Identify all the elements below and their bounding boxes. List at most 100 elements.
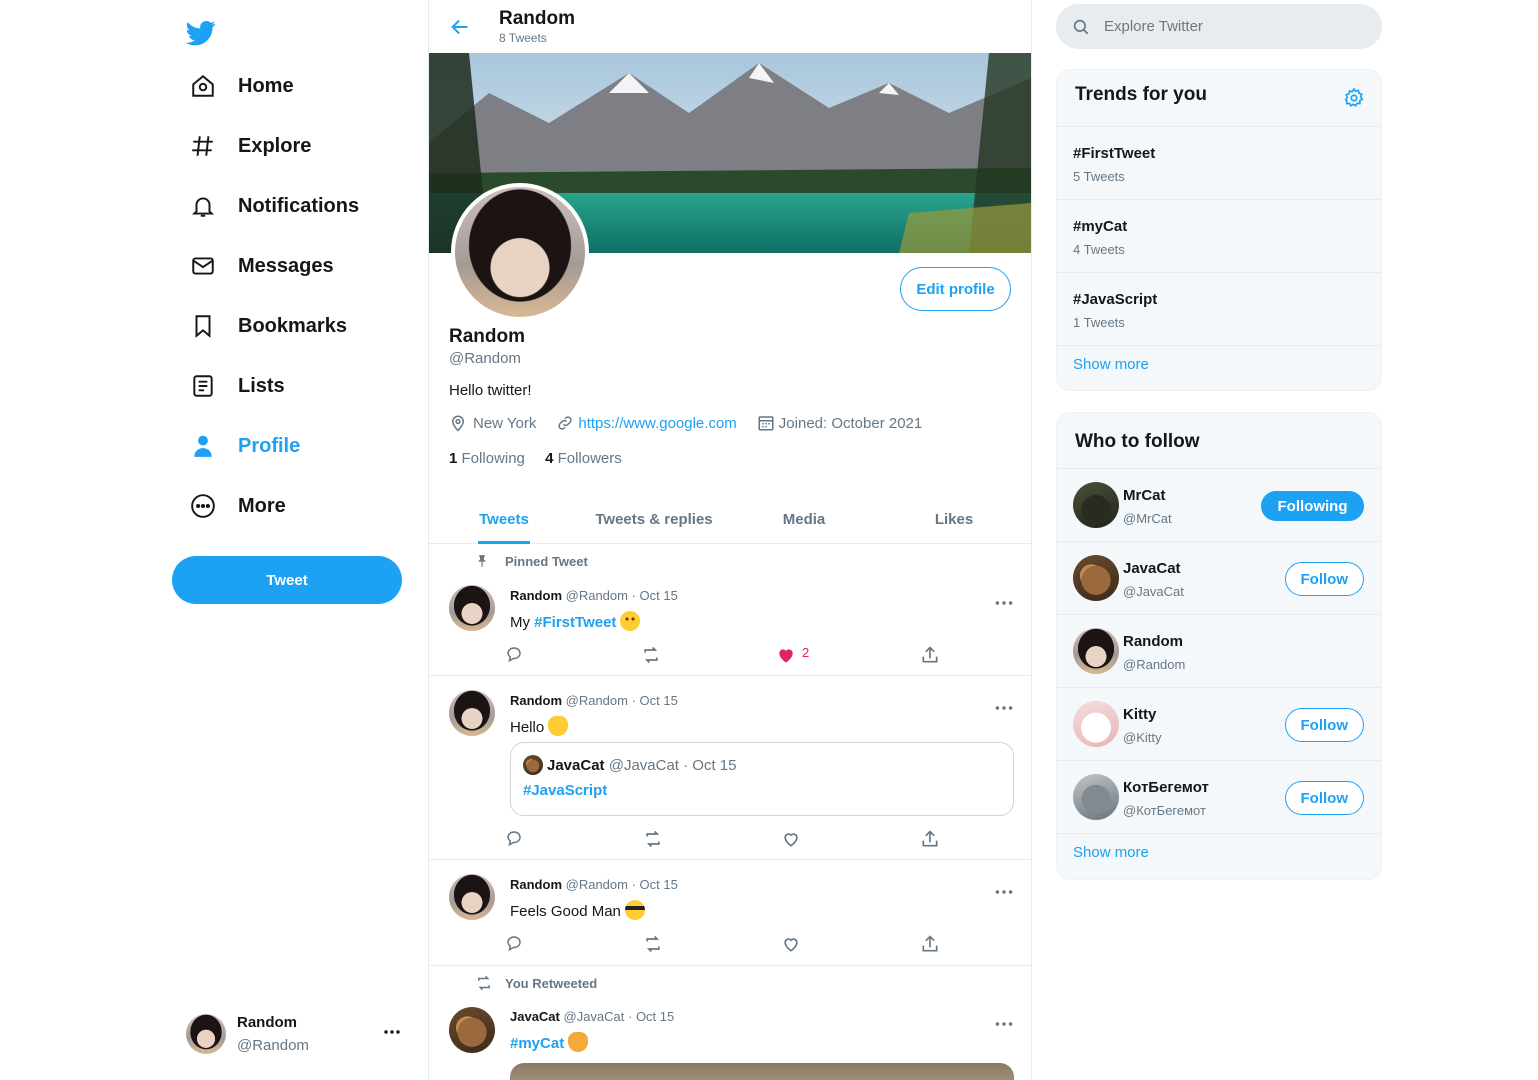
tab-tweets-replies[interactable]: Tweets & replies xyxy=(579,494,729,544)
tweet-button[interactable]: Tweet xyxy=(172,556,402,604)
hashtag-link[interactable]: #JavaScript xyxy=(523,782,607,799)
nav-profile[interactable]: Profile xyxy=(188,424,300,468)
nav-notifications[interactable]: Notifications xyxy=(188,184,359,228)
kissing-cat-icon xyxy=(568,1032,589,1052)
search-bar[interactable] xyxy=(1056,4,1382,49)
nav-lists[interactable]: Lists xyxy=(188,364,285,408)
calendar-icon xyxy=(757,414,775,432)
page-title: Random xyxy=(499,8,575,29)
waving-hand-icon xyxy=(548,716,569,736)
twitter-logo-icon[interactable] xyxy=(186,18,216,48)
trends-show-more[interactable]: Show more xyxy=(1073,356,1149,373)
reply-icon[interactable] xyxy=(505,934,525,954)
suggestion-name: КотБегемот xyxy=(1123,779,1209,796)
follow-suggestion[interactable]: Kitty @Kitty Follow xyxy=(1057,687,1381,760)
quoted-tweet[interactable]: JavaCat @JavaCat · Oct 15 #JavaScript xyxy=(510,742,1014,816)
share-icon[interactable] xyxy=(920,829,940,849)
nav-lists-label: Lists xyxy=(238,374,285,397)
tab-media[interactable]: Media xyxy=(729,494,879,544)
nav-explore[interactable]: Explore xyxy=(188,124,311,168)
who-to-follow-show-more[interactable]: Show more xyxy=(1073,844,1149,861)
share-icon[interactable] xyxy=(920,934,940,954)
heart-icon[interactable] xyxy=(781,934,801,954)
tweet-item[interactable]: Random @Random · Oct 15 Hello JavaCat @J… xyxy=(429,676,1031,860)
avatar[interactable] xyxy=(449,585,495,631)
nav-explore-label: Explore xyxy=(238,134,312,157)
follow-suggestion[interactable]: Random @Random xyxy=(1057,614,1381,687)
retweet-icon[interactable] xyxy=(643,829,663,849)
tweet-text-body: Hello xyxy=(510,719,545,736)
tweet-item[interactable]: You Retweeted JavaCat @JavaCat · Oct 15 … xyxy=(429,966,1031,1080)
follow-button[interactable]: Follow xyxy=(1284,562,1364,596)
search-icon xyxy=(1072,18,1090,36)
divider xyxy=(1057,345,1381,346)
avatar xyxy=(1073,701,1119,747)
avatar[interactable] xyxy=(449,690,495,736)
edit-profile-button[interactable]: Edit profile xyxy=(900,267,1011,311)
left-sidebar: Home Explore Notifications Messages Book… xyxy=(170,0,420,1080)
following-link[interactable]: 1 Following xyxy=(449,450,525,467)
retweet-icon[interactable] xyxy=(641,645,661,665)
divider xyxy=(1057,833,1381,834)
tweet-header: Random @Random · Oct 15 xyxy=(510,877,678,892)
trend-count: 5 Tweets xyxy=(1073,169,1125,184)
heart-filled-icon[interactable] xyxy=(776,645,796,665)
account-switcher[interactable]: Random @Random xyxy=(186,1010,416,1060)
nav-home[interactable]: Home xyxy=(188,64,294,108)
trend-tag: #JavaScript xyxy=(1073,291,1158,308)
tab-tweets[interactable]: Tweets xyxy=(429,494,579,544)
tweet-text: Feels Good Man xyxy=(510,900,645,920)
trend-item[interactable]: #FirstTweet 5 Tweets xyxy=(1057,126,1381,199)
search-input[interactable] xyxy=(1104,18,1344,35)
suggestion-handle: @MrCat xyxy=(1123,511,1172,526)
following-button[interactable]: Following xyxy=(1261,491,1364,521)
more-dots-icon[interactable] xyxy=(993,592,1015,614)
gear-icon[interactable] xyxy=(1343,87,1365,109)
tweet-author[interactable]: Random xyxy=(510,693,562,708)
avatar[interactable] xyxy=(449,874,495,920)
tweet-header: Random @Random · Oct 15 xyxy=(510,693,678,708)
follow-suggestion[interactable]: MrCat @MrCat Following xyxy=(1057,468,1381,541)
share-icon[interactable] xyxy=(920,645,940,665)
follow-suggestion[interactable]: КотБегемот @КотБегемот Follow xyxy=(1057,760,1381,833)
pin-icon xyxy=(475,553,489,569)
trend-item[interactable]: #JavaScript 1 Tweets xyxy=(1057,272,1381,345)
back-arrow-icon[interactable] xyxy=(449,16,471,38)
tweet-author[interactable]: Random xyxy=(510,588,562,603)
nav-bookmarks[interactable]: Bookmarks xyxy=(188,304,347,348)
trend-item[interactable]: #myCat 4 Tweets xyxy=(1057,199,1381,272)
tweet-item[interactable]: Random @Random · Oct 15 Feels Good Man xyxy=(429,860,1031,966)
reply-icon[interactable] xyxy=(505,829,525,849)
avatar[interactable] xyxy=(449,1007,495,1053)
nav-more[interactable]: More xyxy=(188,484,286,528)
follow-suggestion[interactable]: JavaCat @JavaCat Follow xyxy=(1057,541,1381,614)
profile-bio: Hello twitter! xyxy=(449,382,532,399)
profile-website[interactable]: https://www.google.com xyxy=(578,415,736,432)
tweet-author[interactable]: JavaCat xyxy=(510,1009,560,1024)
tab-likes[interactable]: Likes xyxy=(879,494,1029,544)
profile-avatar[interactable] xyxy=(451,183,589,321)
hashtag-link[interactable]: #myCat xyxy=(510,1035,564,1052)
following-label: Following xyxy=(461,450,525,467)
heart-icon[interactable] xyxy=(781,829,801,849)
more-dots-icon[interactable] xyxy=(993,697,1015,719)
more-dots-icon[interactable] xyxy=(993,1013,1015,1035)
avatar xyxy=(1073,628,1119,674)
tweet-author[interactable]: Random xyxy=(510,877,562,892)
nav-messages[interactable]: Messages xyxy=(188,244,334,288)
profile-handle: @Random xyxy=(449,350,521,367)
hashtag-link[interactable]: #FirstTweet xyxy=(534,614,616,631)
follow-button[interactable]: Follow xyxy=(1284,708,1364,742)
more-dots-icon[interactable] xyxy=(993,881,1015,903)
reply-icon[interactable] xyxy=(505,645,525,665)
tweet-item[interactable]: Pinned Tweet Random @Random · Oct 15 My … xyxy=(429,545,1031,676)
hashtag-icon xyxy=(188,131,218,161)
more-dots-icon[interactable] xyxy=(382,1022,402,1042)
followers-count: 4 xyxy=(545,450,554,467)
follow-button[interactable]: Follow xyxy=(1284,781,1364,815)
who-to-follow-panel: Who to follow MrCat @MrCat Following Jav… xyxy=(1056,412,1382,880)
retweet-icon[interactable] xyxy=(643,934,663,954)
followers-link[interactable]: 4 Followers xyxy=(545,450,622,467)
suggestion-name: JavaCat xyxy=(1123,560,1181,577)
tweet-image[interactable] xyxy=(510,1063,1014,1080)
